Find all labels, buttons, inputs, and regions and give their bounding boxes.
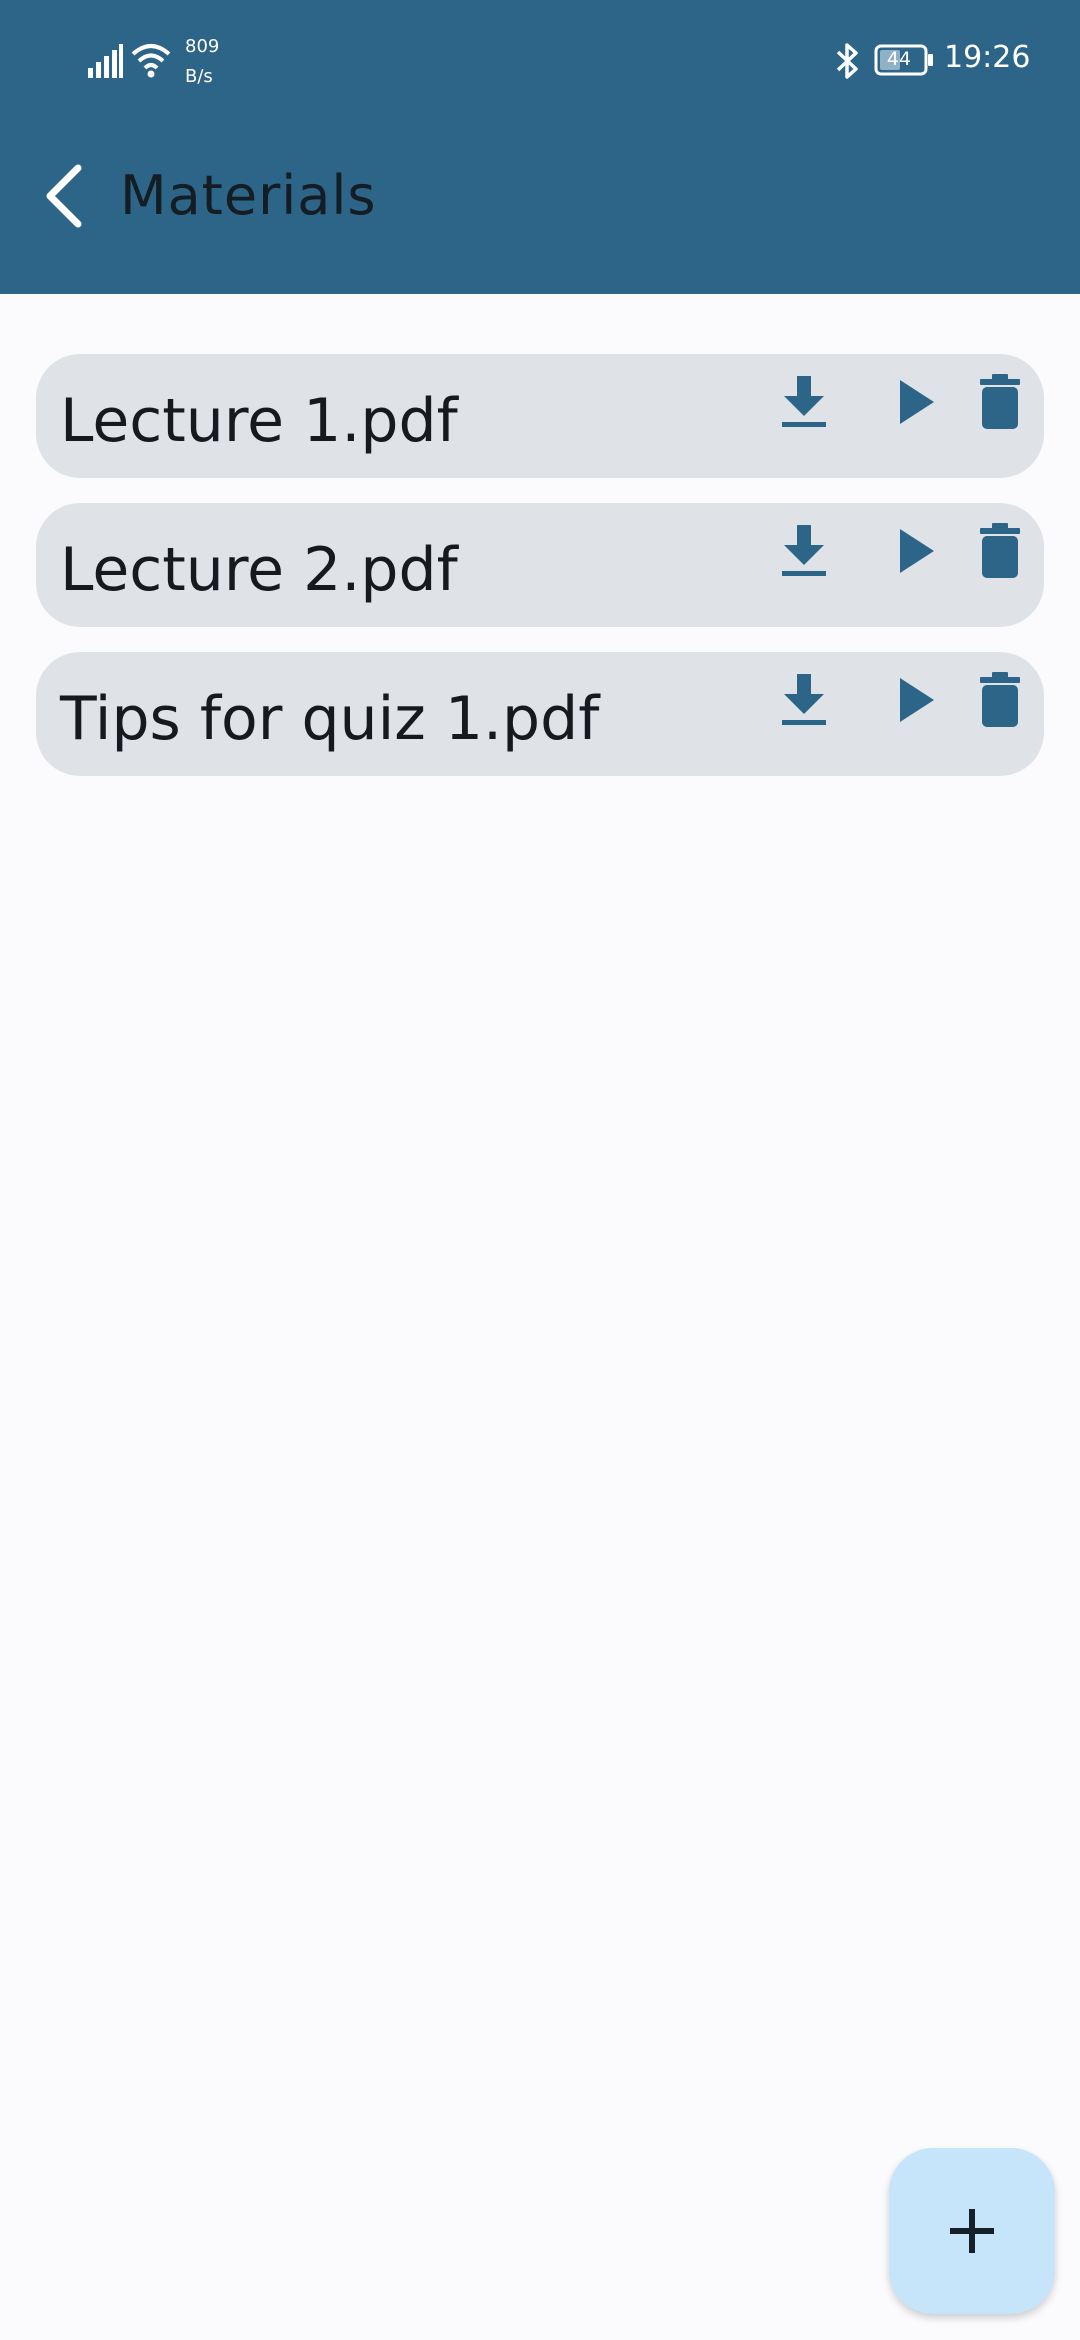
download-icon[interactable] xyxy=(776,372,832,432)
trash-icon[interactable] xyxy=(972,521,1028,581)
download-icon[interactable] xyxy=(776,670,832,730)
network-speed-value: 809 xyxy=(185,36,220,57)
material-item[interactable]: Lecture 1.pdf xyxy=(36,354,1044,478)
network-speed-unit: B/s xyxy=(185,66,213,87)
bluetooth-icon xyxy=(836,43,858,79)
network-speed: 809 B/s xyxy=(185,32,219,92)
signal-icon xyxy=(88,44,123,78)
app-bar: 809 B/s 44 19:26 Materials xyxy=(0,0,1080,294)
material-item[interactable]: Lecture 2.pdf xyxy=(36,503,1044,627)
back-button[interactable] xyxy=(40,160,90,232)
wifi-icon xyxy=(131,44,171,78)
clock: 19:26 xyxy=(944,40,1031,75)
status-bar: 809 B/s 44 19:26 xyxy=(0,0,1080,120)
download-icon[interactable] xyxy=(776,521,832,581)
play-icon[interactable] xyxy=(884,521,940,581)
material-name: Lecture 2.pdf xyxy=(60,535,458,605)
play-icon[interactable] xyxy=(884,670,940,730)
trash-icon[interactable] xyxy=(972,670,1028,730)
add-material-button[interactable] xyxy=(889,2148,1055,2314)
materials-list: Lecture 1.pdf Lecture 2.pdf Tips for qui… xyxy=(36,354,1044,801)
material-name: Lecture 1.pdf xyxy=(60,386,458,456)
trash-icon[interactable] xyxy=(972,372,1028,432)
material-name: Tips for quiz 1.pdf xyxy=(60,684,600,754)
plus-icon xyxy=(950,2209,994,2253)
material-item[interactable]: Tips for quiz 1.pdf xyxy=(36,652,1044,776)
page-title: Materials xyxy=(120,164,377,227)
play-icon[interactable] xyxy=(884,372,940,432)
battery-level: 44 xyxy=(886,48,912,70)
